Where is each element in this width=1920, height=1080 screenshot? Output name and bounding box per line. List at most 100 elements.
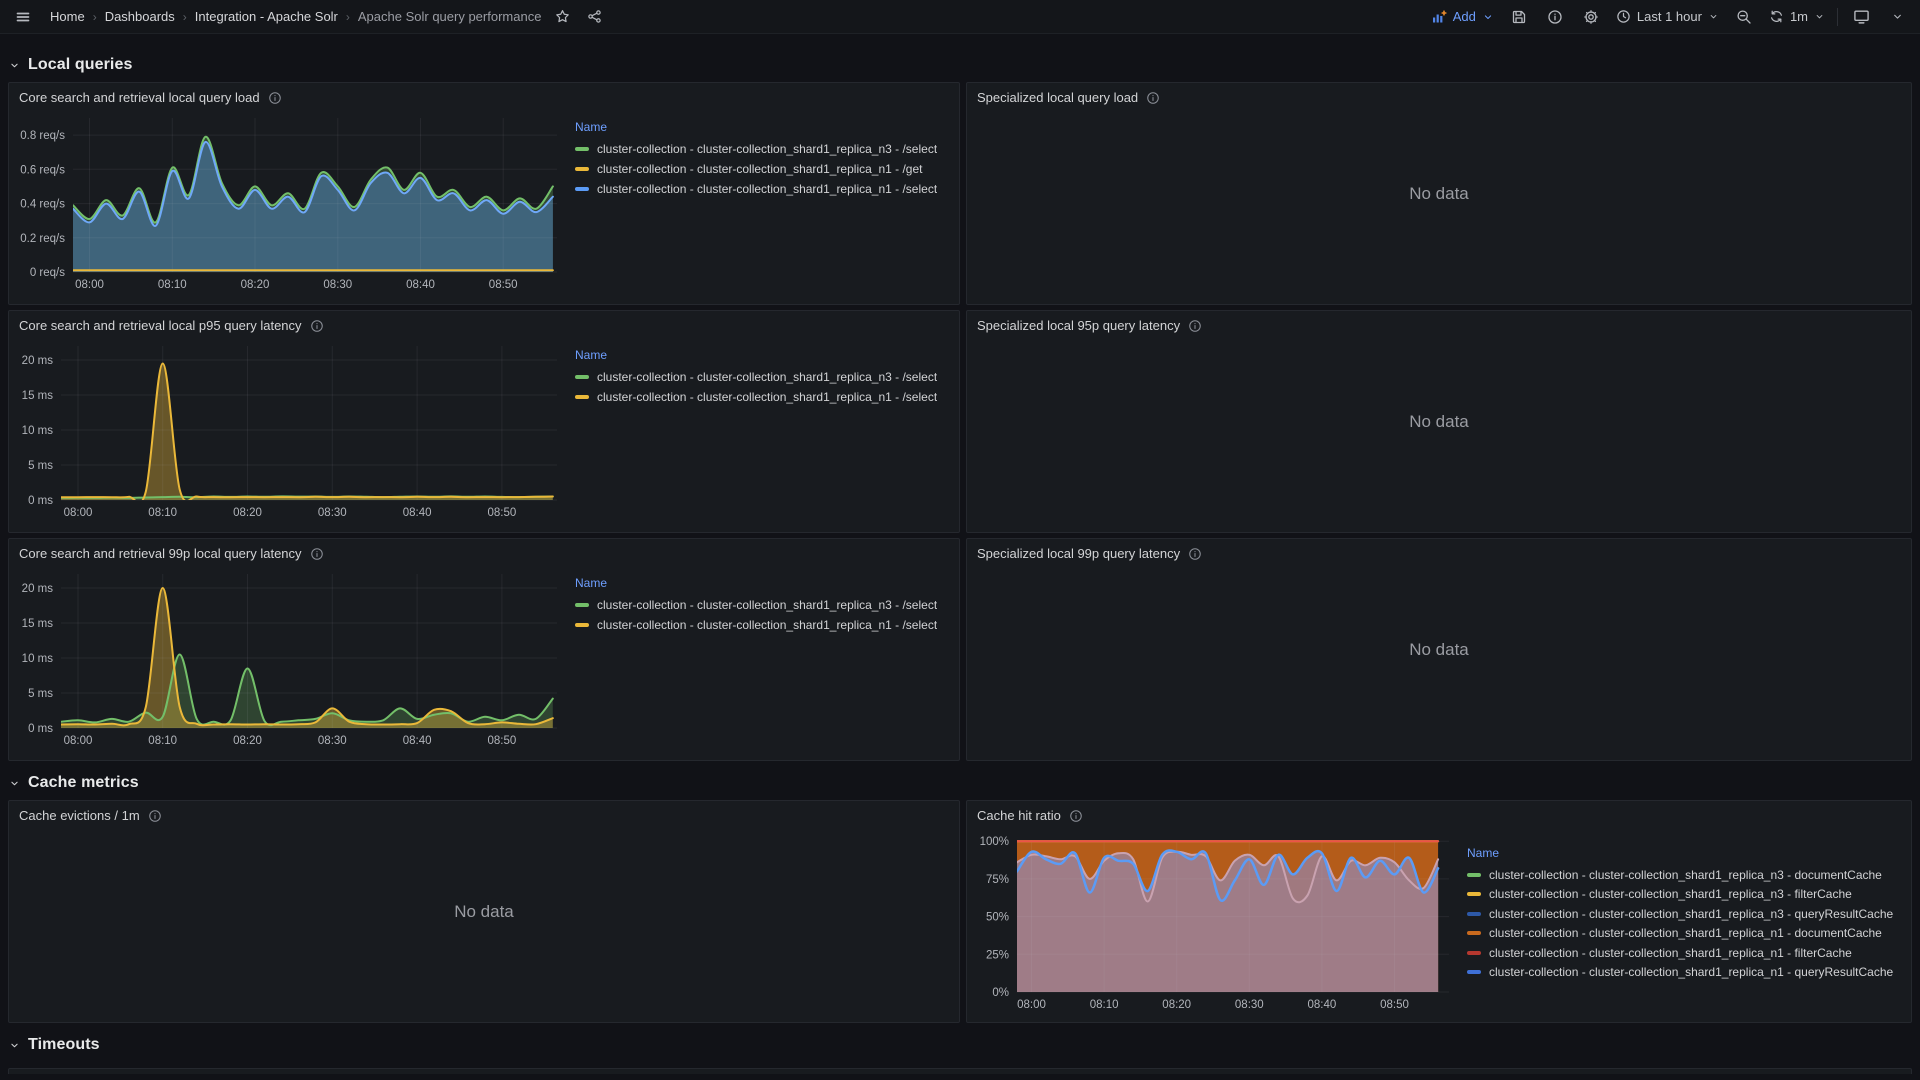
panel-header[interactable]: Core search and retrieval local query lo… xyxy=(9,83,959,110)
svg-text:0 ms: 0 ms xyxy=(28,723,53,735)
svg-text:08:00: 08:00 xyxy=(1017,999,1046,1011)
chart-cache-hit-ratio[interactable]: 0%25%50%75%100%08:0008:1008:2008:3008:40… xyxy=(973,832,1455,1014)
legend-series-label: cluster-collection - cluster-collection_… xyxy=(1489,887,1852,901)
svg-text:0.6 req/s: 0.6 req/s xyxy=(20,164,65,176)
no-data-message: No data xyxy=(9,801,959,1022)
svg-text:08:00: 08:00 xyxy=(75,279,104,291)
refresh-interval-label: 1m xyxy=(1790,9,1808,24)
svg-text:08:20: 08:20 xyxy=(1162,999,1191,1011)
section-header-timeouts[interactable]: Timeouts xyxy=(8,1028,1912,1062)
chart-query-load[interactable]: 0 req/s0.2 req/s0.4 req/s0.6 req/s0.8 re… xyxy=(15,110,563,294)
svg-text:0 req/s: 0 req/s xyxy=(30,267,65,279)
add-label: Add xyxy=(1453,9,1476,24)
settings-icon[interactable] xyxy=(1578,4,1604,30)
breadcrumb-item[interactable]: Integration - Apache Solr xyxy=(195,9,338,24)
section-header-cache-metrics[interactable]: Cache metrics xyxy=(8,766,1912,800)
panel-specialized-load: Specialized local query load No data xyxy=(966,82,1912,305)
chart-p99-latency[interactable]: 0 ms5 ms10 ms15 ms20 ms08:0008:1008:2008… xyxy=(15,566,563,750)
legend-item[interactable]: cluster-collection - cluster-collection_… xyxy=(575,387,951,407)
legend-item[interactable]: cluster-collection - cluster-collection_… xyxy=(575,367,951,387)
legend-series-label: cluster-collection - cluster-collection_… xyxy=(1489,946,1852,960)
svg-text:100%: 100% xyxy=(980,836,1009,848)
legend: Name cluster-collection - cluster-collec… xyxy=(563,338,953,522)
legend-header[interactable]: Name xyxy=(575,576,951,590)
legend-item[interactable]: cluster-collection - cluster-collection_… xyxy=(1467,904,1903,924)
section-title: Timeouts xyxy=(28,1036,100,1054)
svg-text:15 ms: 15 ms xyxy=(22,618,54,630)
svg-text:08:40: 08:40 xyxy=(1308,999,1337,1011)
panel-query-load: Core search and retrieval local query lo… xyxy=(8,82,960,305)
chevron-down-icon xyxy=(8,1039,21,1052)
chevron-down-icon xyxy=(1814,11,1825,22)
panel-info-icon[interactable] xyxy=(268,91,282,105)
svg-text:0 ms: 0 ms xyxy=(28,495,53,507)
refresh-picker[interactable]: 1m xyxy=(1767,5,1827,28)
svg-text:08:10: 08:10 xyxy=(148,735,177,747)
svg-text:08:20: 08:20 xyxy=(233,507,262,519)
legend-item[interactable]: cluster-collection - cluster-collection_… xyxy=(1467,943,1903,963)
legend-item[interactable]: cluster-collection - cluster-collection_… xyxy=(1467,963,1903,983)
legend-item[interactable]: cluster-collection - cluster-collection_… xyxy=(575,615,951,635)
legend-item[interactable]: cluster-collection - cluster-collection_… xyxy=(575,139,951,159)
info-icon[interactable] xyxy=(1542,4,1568,30)
breadcrumb-item[interactable]: Home xyxy=(50,9,85,24)
star-icon[interactable] xyxy=(549,4,575,30)
svg-text:10 ms: 10 ms xyxy=(22,653,54,665)
legend: Name cluster-collection - cluster-collec… xyxy=(563,110,953,294)
legend-item[interactable]: cluster-collection - cluster-collection_… xyxy=(575,595,951,615)
svg-text:08:20: 08:20 xyxy=(233,735,262,747)
legend-series-marker xyxy=(575,623,589,627)
legend-series-marker xyxy=(1467,931,1481,935)
svg-text:08:40: 08:40 xyxy=(406,279,435,291)
legend-header[interactable]: Name xyxy=(575,120,951,134)
breadcrumb-separator: › xyxy=(346,10,350,24)
legend-header[interactable]: Name xyxy=(575,348,951,362)
legend-item[interactable]: cluster-collection - cluster-collection_… xyxy=(575,159,951,179)
panel-header[interactable]: Cache hit ratio xyxy=(967,801,1911,828)
panel-p95-latency: Core search and retrieval local p95 quer… xyxy=(8,310,960,533)
panel-info-icon[interactable] xyxy=(310,319,324,333)
svg-text:08:20: 08:20 xyxy=(241,279,270,291)
time-range-picker[interactable]: Last 1 hour xyxy=(1614,5,1721,28)
legend: Name cluster-collection - cluster-collec… xyxy=(563,566,953,750)
panel-p99-latency: Core search and retrieval 99p local quer… xyxy=(8,538,960,761)
panel-title: Core search and retrieval local query lo… xyxy=(19,90,260,105)
panel-header[interactable]: Core search and retrieval 99p local quer… xyxy=(9,539,959,566)
monitor-icon[interactable] xyxy=(1848,4,1874,30)
breadcrumb-item[interactable]: Dashboards xyxy=(105,9,175,24)
legend-series-label: cluster-collection - cluster-collection_… xyxy=(1489,907,1893,921)
menu-icon[interactable] xyxy=(10,4,36,30)
legend-series-label: cluster-collection - cluster-collection_… xyxy=(597,182,937,196)
legend-item[interactable]: cluster-collection - cluster-collection_… xyxy=(1467,885,1903,905)
section-header-local-queries[interactable]: Local queries xyxy=(8,48,1912,82)
legend-series-marker xyxy=(575,167,589,171)
svg-text:0.2 req/s: 0.2 req/s xyxy=(20,233,65,245)
chart-p95-latency[interactable]: 0 ms5 ms10 ms15 ms20 ms08:0008:1008:2008… xyxy=(15,338,563,522)
svg-text:5 ms: 5 ms xyxy=(28,688,53,700)
svg-text:08:40: 08:40 xyxy=(403,507,432,519)
section-title: Cache metrics xyxy=(28,774,139,792)
svg-text:08:40: 08:40 xyxy=(403,735,432,747)
legend-item[interactable]: cluster-collection - cluster-collection_… xyxy=(575,179,951,199)
svg-text:5 ms: 5 ms xyxy=(28,460,53,472)
legend-header[interactable]: Name xyxy=(1467,846,1903,860)
share-icon[interactable] xyxy=(581,4,607,30)
no-data-message: No data xyxy=(967,311,1911,532)
panel-header[interactable]: Core search and retrieval local p95 quer… xyxy=(9,311,959,338)
refresh-icon xyxy=(1769,9,1784,24)
add-button[interactable]: Add xyxy=(1429,5,1496,29)
legend: Name cluster-collection - cluster-collec… xyxy=(1455,828,1905,1014)
svg-text:08:30: 08:30 xyxy=(323,279,352,291)
svg-text:20 ms: 20 ms xyxy=(22,583,54,595)
legend-item[interactable]: cluster-collection - cluster-collection_… xyxy=(1467,924,1903,944)
legend-item[interactable]: cluster-collection - cluster-collection_… xyxy=(1467,865,1903,885)
chevron-down-icon[interactable] xyxy=(1884,4,1910,30)
dashboard-content: Local queries Core search and retrieval … xyxy=(0,48,1920,1074)
zoom-out-icon[interactable] xyxy=(1731,4,1757,30)
panel-info-icon[interactable] xyxy=(1069,809,1083,823)
panel-info-icon[interactable] xyxy=(310,547,324,561)
panel-title: Cache hit ratio xyxy=(977,808,1061,823)
panel-title: Core search and retrieval 99p local quer… xyxy=(19,546,302,561)
svg-text:08:10: 08:10 xyxy=(1090,999,1119,1011)
save-icon[interactable] xyxy=(1506,4,1532,30)
